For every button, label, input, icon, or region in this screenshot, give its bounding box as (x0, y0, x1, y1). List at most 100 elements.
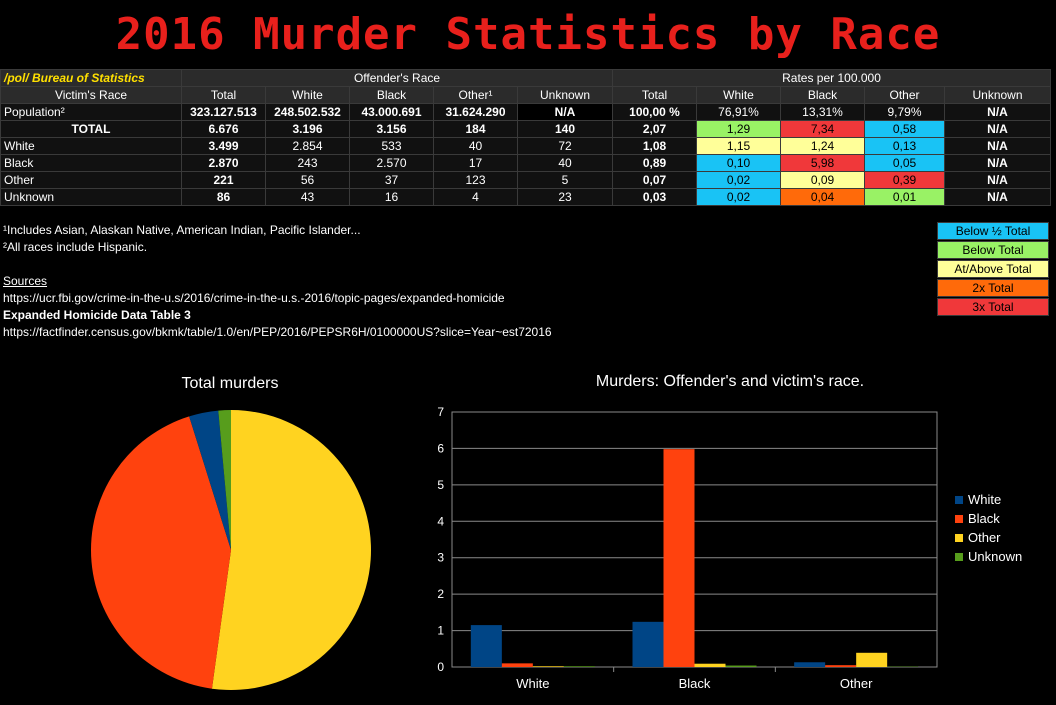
table-cell: 0,04 (780, 188, 865, 206)
color-legend-item: At/Above Total (937, 260, 1049, 278)
bar (563, 666, 595, 667)
color-legend-item: 2x Total (937, 279, 1049, 297)
y-tick-label: 5 (437, 478, 444, 492)
bar (856, 652, 888, 667)
column-header: Other (864, 86, 945, 104)
brand-label: /pol/ Bureau of Statistics (0, 69, 182, 87)
x-tick-label: Other (840, 676, 873, 691)
table-cell: 5,98 (780, 154, 865, 172)
table-cell: 0,09 (780, 171, 865, 189)
source-link-1[interactable]: https://ucr.fbi.gov/crime-in-the-u.s/201… (3, 290, 552, 307)
column-header: Total (612, 86, 697, 104)
table-cell: 1,08 (612, 137, 697, 155)
table-row: Population² 323.127.513 248.502.532 43.000.… (0, 103, 1051, 121)
table-cell: 37 (349, 171, 434, 189)
legend-item: Unknown (955, 547, 1022, 566)
y-tick-label: 7 (437, 405, 444, 419)
legend-label: White (968, 492, 1002, 507)
table-cell: 13,31% (780, 103, 865, 121)
table-cell: 56 (265, 171, 350, 189)
table-cell: 72 (517, 137, 613, 155)
table-cell: N/A (944, 154, 1051, 172)
table-cell: 0,13 (864, 137, 945, 155)
table-cell: 76,91% (696, 103, 781, 121)
table-cell: N/A (944, 120, 1051, 138)
legend-label: Unknown (968, 549, 1023, 564)
source-link-2[interactable]: https://factfinder.census.gov/bkmk/table… (3, 324, 552, 341)
sources-label: Sources (3, 274, 48, 288)
table-cell: 7,34 (780, 120, 865, 138)
y-tick-label: 2 (437, 587, 444, 601)
row-label: Population² (0, 103, 182, 121)
color-legend: Below ½ Total Below Total At/Above Total 2x… (937, 222, 1049, 317)
pie-chart-title: Total murders (181, 375, 279, 392)
table-cell: 123 (433, 171, 518, 189)
table-row: Unknown 86 43 16 4 23 0,03 0,02 0,04 0,01 N/A (0, 188, 1051, 206)
y-tick-label: 1 (437, 624, 444, 638)
table-cell: 0,02 (696, 171, 781, 189)
bar-chart-legend: White Black Other Unknown (955, 490, 1022, 566)
table-cell: 248.502.532 (265, 103, 350, 121)
x-tick-label: White (516, 676, 549, 691)
bar (632, 621, 664, 667)
column-header: Total (181, 86, 266, 104)
row-label: Other (0, 171, 182, 189)
legend-swatch (955, 553, 963, 561)
table-cell: 221 (181, 171, 266, 189)
table-column-header-row: Victim's Race Total White Black Other¹ Unkno… (0, 86, 1051, 104)
y-tick-label: 6 (437, 441, 444, 455)
table-cell: 40 (433, 137, 518, 155)
table-cell: 0,39 (864, 171, 945, 189)
row-label: Black (0, 154, 182, 172)
y-tick-label: 3 (437, 551, 444, 565)
x-tick-label: Black (679, 676, 711, 691)
table-cell: 1,29 (696, 120, 781, 138)
table-row: White 3.499 2.854 533 40 72 1,08 1,15 1,24 0,13 N/… (0, 137, 1051, 155)
table-cell: 86 (181, 188, 266, 206)
table-cell: 0,89 (612, 154, 697, 172)
table-header-group-row: /pol/ Bureau of Statistics Offender's Ra… (0, 69, 1051, 87)
table-cell: N/A (944, 103, 1051, 121)
table-cell: 2.854 (265, 137, 350, 155)
row-label: Unknown (0, 188, 182, 206)
table-cell: 140 (517, 120, 613, 138)
table-cell: 43.000.691 (349, 103, 434, 121)
color-legend-item: Below ½ Total (937, 222, 1049, 240)
row-label: White (0, 137, 182, 155)
source-title: Expanded Homicide Data Table 3 (3, 308, 191, 322)
table-cell: 1,15 (696, 137, 781, 155)
bar (532, 666, 564, 667)
column-header: White (265, 86, 350, 104)
table-cell: 3.499 (181, 137, 266, 155)
bar (694, 663, 726, 667)
table-cell: 323.127.513 (181, 103, 266, 121)
legend-swatch (955, 496, 963, 504)
table-cell: 3.196 (265, 120, 350, 138)
statistics-table: /pol/ Bureau of Statistics Offender's Ra… (0, 69, 1051, 206)
bar (825, 665, 857, 667)
table-cell: 0,01 (864, 188, 945, 206)
column-header: Unknown (944, 86, 1051, 104)
color-legend-item: 3x Total (937, 298, 1049, 316)
footnote-2: ²All races include Hispanic. (3, 240, 148, 254)
table-cell: N/A (944, 171, 1051, 189)
footnote-1: ¹Includes Asian, Alaskan Native, America… (3, 223, 361, 237)
legend-item: Black (955, 509, 1022, 528)
table-cell: 2.870 (181, 154, 266, 172)
table-cell: 0,02 (696, 188, 781, 206)
table-cell: 17 (433, 154, 518, 172)
legend-item: White (955, 490, 1022, 509)
offender-group-header: Offender's Race (181, 69, 613, 87)
table-cell: N/A (944, 137, 1051, 155)
pie-chart (90, 410, 371, 690)
table-cell: 3.156 (349, 120, 434, 138)
bar-chart-title: Murders: Offender's and victim's race. (595, 373, 865, 390)
legend-item: Other (955, 528, 1022, 547)
legend-swatch (955, 515, 963, 523)
row-label: TOTAL (0, 120, 182, 138)
notes-block: ¹Includes Asian, Alaskan Native, America… (3, 222, 552, 341)
table-cell: 243 (265, 154, 350, 172)
table-cell: 43 (265, 188, 350, 206)
table-cell: 0,05 (864, 154, 945, 172)
table-cell: 40 (517, 154, 613, 172)
